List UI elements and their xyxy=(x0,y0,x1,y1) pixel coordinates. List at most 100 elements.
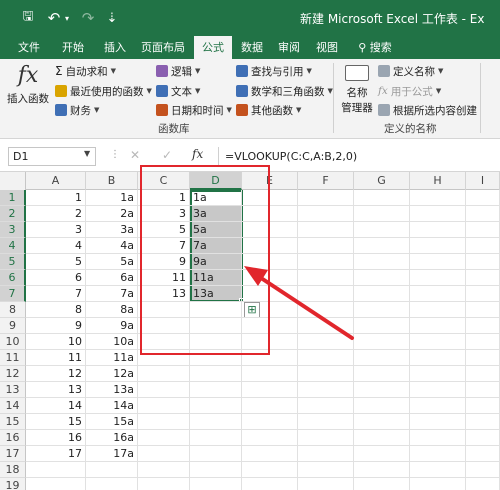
datetime-button[interactable]: 日期和时间 ▼ xyxy=(156,102,232,118)
column-header-f[interactable]: F xyxy=(298,172,354,190)
row-header-6[interactable]: 6 xyxy=(0,270,26,286)
customize-toolbar-icon[interactable]: ⇣ xyxy=(104,8,120,28)
cell-a[interactable]: 1 xyxy=(26,190,85,206)
row-header-15[interactable]: 15 xyxy=(0,414,26,430)
tab-view[interactable]: 视图 xyxy=(310,36,344,59)
autosum-button[interactable]: Σ 自动求和 ▼ xyxy=(55,63,116,79)
cell-b[interactable]: 12a xyxy=(86,366,137,382)
cell-a[interactable]: 9 xyxy=(26,318,85,334)
row-header-8[interactable]: 8 xyxy=(0,302,26,318)
cell-d[interactable]: 13a xyxy=(190,286,241,302)
row-header-19[interactable]: 19 xyxy=(0,478,26,490)
row-header-18[interactable]: 18 xyxy=(0,462,26,478)
cell-a[interactable]: 6 xyxy=(26,270,85,286)
lookup-reference-button[interactable]: 查找与引用 ▼ xyxy=(236,63,312,79)
cell-b[interactable]: 4a xyxy=(86,238,137,254)
column-header-i[interactable]: I xyxy=(466,172,500,190)
name-manager-button[interactable]: 名称 管理器 xyxy=(338,65,376,121)
row-header-14[interactable]: 14 xyxy=(0,398,26,414)
undo-icon[interactable]: ↶ xyxy=(46,8,62,28)
undo-caret-icon[interactable]: ▾ xyxy=(62,8,72,28)
tab-file[interactable]: 文件 xyxy=(10,36,48,59)
cell-a[interactable]: 2 xyxy=(26,206,85,222)
cell-b[interactable]: 10a xyxy=(86,334,137,350)
cell-b[interactable]: 3a xyxy=(86,222,137,238)
cell-c[interactable]: 7 xyxy=(138,238,189,254)
cell-d[interactable]: 9a xyxy=(190,254,241,270)
cell-b[interactable]: 8a xyxy=(86,302,137,318)
column-header-a[interactable]: A xyxy=(26,172,86,190)
insert-function-fx-icon[interactable]: fx xyxy=(192,147,203,161)
tab-page-layout[interactable]: 页面布局 xyxy=(136,36,190,59)
row-header-10[interactable]: 10 xyxy=(0,334,26,350)
column-header-c[interactable]: C xyxy=(138,172,190,190)
cell-c[interactable]: 11 xyxy=(138,270,189,286)
row-header-16[interactable]: 16 xyxy=(0,430,26,446)
tab-review[interactable]: 审阅 xyxy=(272,36,306,59)
cell-b[interactable]: 1a xyxy=(86,190,137,206)
column-header-d[interactable]: D xyxy=(190,172,242,190)
column-header-b[interactable]: B xyxy=(86,172,138,190)
enter-icon[interactable]: ✓ xyxy=(162,148,172,162)
cell-a[interactable]: 15 xyxy=(26,414,85,430)
cell-a[interactable]: 4 xyxy=(26,238,85,254)
cancel-icon[interactable]: ✕ xyxy=(130,148,140,162)
row-header-5[interactable]: 5 xyxy=(0,254,26,270)
row-header-11[interactable]: 11 xyxy=(0,350,26,366)
save-icon[interactable]: 🖫 xyxy=(18,8,38,28)
text-functions-button[interactable]: 文本 ▼ xyxy=(156,83,200,99)
cell-c[interactable]: 13 xyxy=(138,286,189,302)
cell-c[interactable]: 5 xyxy=(138,222,189,238)
cell-a[interactable]: 7 xyxy=(26,286,85,302)
row-header-12[interactable]: 12 xyxy=(0,366,26,382)
row-header-4[interactable]: 4 xyxy=(0,238,26,254)
cell-a[interactable]: 14 xyxy=(26,398,85,414)
cell-b[interactable]: 16a xyxy=(86,430,137,446)
tab-insert[interactable]: 插入 xyxy=(96,36,134,59)
row-header-17[interactable]: 17 xyxy=(0,446,26,462)
cell-d[interactable]: 1a xyxy=(190,190,241,206)
cell-b[interactable]: 17a xyxy=(86,446,137,462)
cell-a[interactable]: 8 xyxy=(26,302,85,318)
logical-button[interactable]: 逻辑 ▼ xyxy=(156,63,200,79)
cell-d[interactable]: 11a xyxy=(190,270,241,286)
tab-home[interactable]: 开始 xyxy=(54,36,92,59)
redo-icon[interactable]: ↷ xyxy=(80,8,96,28)
cell-d[interactable]: 3a xyxy=(190,206,241,222)
recent-functions-button[interactable]: 最近使用的函数 ▼ xyxy=(55,83,152,99)
cell-d[interactable]: 7a xyxy=(190,238,241,254)
row-header-13[interactable]: 13 xyxy=(0,382,26,398)
tab-formulas[interactable]: 公式 xyxy=(194,36,232,59)
cell-b[interactable]: 9a xyxy=(86,318,137,334)
row-header-3[interactable]: 3 xyxy=(0,222,26,238)
math-trig-button[interactable]: 数学和三角函数 ▼ xyxy=(236,83,333,99)
cell-a[interactable]: 3 xyxy=(26,222,85,238)
create-from-selection-button[interactable]: 根据所选内容创建 xyxy=(378,102,477,118)
cell-b[interactable]: 2a xyxy=(86,206,137,222)
define-name-button[interactable]: 定义名称 ▼ xyxy=(378,63,443,79)
column-header-g[interactable]: G xyxy=(354,172,410,190)
quick-analysis-button[interactable]: ⊞ xyxy=(244,302,260,318)
cell-a[interactable]: 5 xyxy=(26,254,85,270)
column-header-e[interactable]: E xyxy=(242,172,298,190)
financial-button[interactable]: 财务 ▼ xyxy=(55,102,99,118)
name-box[interactable]: D1 xyxy=(8,147,96,166)
insert-function-button[interactable]: fx 插入函数 xyxy=(6,63,50,115)
row-header-7[interactable]: 7 xyxy=(0,286,26,302)
column-header-h[interactable]: H xyxy=(410,172,466,190)
cell-a[interactable]: 11 xyxy=(26,350,85,366)
cell-b[interactable]: 11a xyxy=(86,350,137,366)
select-all-corner[interactable] xyxy=(0,172,26,190)
cell-a[interactable]: 13 xyxy=(26,382,85,398)
worksheet-grid[interactable]: ABCDEFGHI 1 2 3 4 5 6 7 8 9 10 11 12 13 14 15 16 17 18 19 … xyxy=(0,172,500,490)
cell-a[interactable]: 12 xyxy=(26,366,85,382)
formula-input[interactable]: =VLOOKUP(C:C,A:B,2,0) xyxy=(218,147,500,166)
cell-d[interactable]: 5a xyxy=(190,222,241,238)
namebox-chevron-icon[interactable]: ▼ xyxy=(84,149,90,158)
cell-b[interactable]: 14a xyxy=(86,398,137,414)
tab-data[interactable]: 数据 xyxy=(236,36,268,59)
cell-b[interactable]: 5a xyxy=(86,254,137,270)
tab-search[interactable]: ⚲ 搜索 xyxy=(350,36,400,59)
cell-b[interactable]: 15a xyxy=(86,414,137,430)
cell-b[interactable]: 6a xyxy=(86,270,137,286)
